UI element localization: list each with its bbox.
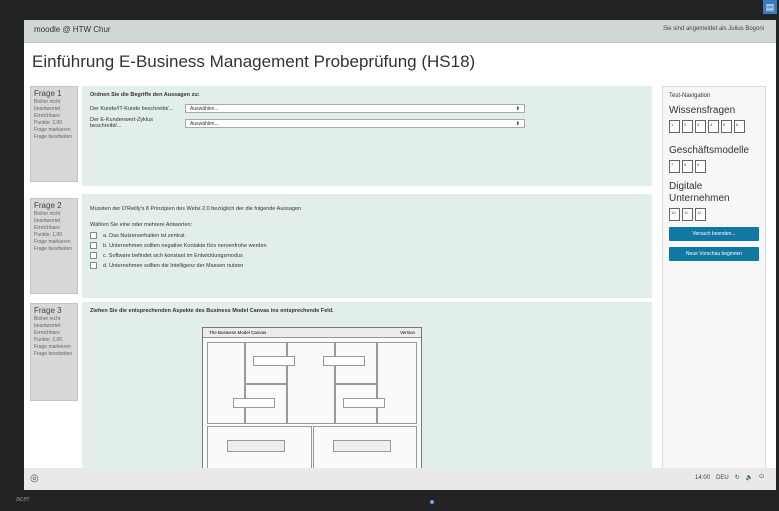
browser-screen: moodle @ HTW Chur Sie sind angemeldet al… xyxy=(24,20,776,490)
nav-question-button[interactable]: 3 xyxy=(695,120,706,133)
camera-icon: ▤ xyxy=(763,0,777,14)
question-points: Erreichbare Punkte: 2,00 xyxy=(34,113,63,126)
match-label: Der E-Kundenwert-Zyklus beschreibt/... xyxy=(90,117,153,129)
nav-question-button[interactable]: 4 xyxy=(708,120,719,133)
top-navbar: moodle @ HTW Chur Sie sind angemeldet al… xyxy=(24,20,776,43)
match-label: Der Kunde/IT-Kunde beschreibt/... xyxy=(90,105,174,112)
canvas-cell[interactable] xyxy=(377,342,417,424)
nav-question-button[interactable]: 7 xyxy=(669,160,680,173)
site-brand-link[interactable]: moodle @ HTW Chur xyxy=(34,25,111,34)
drop-zone[interactable] xyxy=(323,356,365,366)
match-row: Der Kunde/IT-Kunde beschreibt/... Auswäh… xyxy=(90,104,644,113)
checkbox[interactable] xyxy=(90,242,97,249)
drop-zone[interactable] xyxy=(333,440,391,452)
flag-question-link[interactable]: Frage markieren xyxy=(34,239,74,246)
canvas-title: The Business Model Canvas xyxy=(209,330,267,335)
question-points: Erreichbare Punkte: 1,00 xyxy=(34,225,63,238)
user-login-info[interactable]: Sie sind angemeldet als Julius Bogoni xyxy=(663,26,764,32)
nav-question-button[interactable]: 10 xyxy=(669,208,680,221)
drop-zone[interactable] xyxy=(253,356,295,366)
answer-option[interactable]: c. Software befindet sich konstant im En… xyxy=(90,252,644,259)
question-info-1: Frage 1 Bisher nicht beantwortet Erreich… xyxy=(30,86,78,182)
drop-zone[interactable] xyxy=(227,440,285,452)
question-number: Frage 1 xyxy=(34,89,62,98)
edit-question-link[interactable]: Frage bearbeiten xyxy=(34,246,74,253)
canvas-version: Version xyxy=(399,330,415,335)
nav-question-list: 7 8 9 xyxy=(669,160,759,173)
nav-question-button[interactable]: 11 xyxy=(682,208,693,221)
answer-prompt: Wählen Sie eine oder mehrere Antworten: xyxy=(90,222,193,228)
question-box-1: Ordnen Sie die Begriffe den Aussagen zu:… xyxy=(82,86,652,186)
nav-section-title: Geschäftsmodelle xyxy=(669,145,750,156)
edit-question-link[interactable]: Frage bearbeiten xyxy=(34,351,74,358)
quiz-navigation: Test-Navigation Wissensfragen 1 2 3 4 5 … xyxy=(662,86,766,490)
nav-question-list: 10 11 12 xyxy=(669,208,759,221)
taskbar: ◎ 14:00 DEU ↻ 🔈 ⏻ xyxy=(24,468,776,490)
power-icon[interactable]: ⏻ xyxy=(759,474,764,481)
match-select[interactable]: Auswählen... ⬍ xyxy=(185,104,525,113)
answer-option[interactable]: b. Unternehmen sollten negative Kontakte… xyxy=(90,242,644,249)
question-number: Frage 2 xyxy=(34,201,62,210)
answer-option[interactable]: d. Unternehmen sollten die Intelligenz d… xyxy=(90,262,644,269)
answer-option[interactable]: a. Das Nutzerverhalten ist zentral. xyxy=(90,232,644,239)
question-points: Erreichbare Punkte: 2,00 xyxy=(34,330,63,343)
question-status: Bisher nicht beantwortet xyxy=(34,99,61,112)
volume-icon[interactable]: 🔈 xyxy=(746,474,753,481)
canvas-cell[interactable] xyxy=(287,342,335,424)
new-preview-button[interactable]: Neue Vorschau beginnen xyxy=(669,247,759,261)
nav-question-button[interactable]: 2 xyxy=(682,120,693,133)
refresh-icon[interactable]: ↻ xyxy=(735,474,740,481)
checkbox[interactable] xyxy=(90,252,97,259)
clock[interactable]: 14:00 xyxy=(695,475,710,481)
monitor-logo: acer xyxy=(16,496,30,503)
nav-question-button[interactable]: 5 xyxy=(721,120,732,133)
question-box-2: Mussten der O'Reilly's 8 Prinzipien des … xyxy=(82,194,652,298)
power-led-icon xyxy=(430,500,434,504)
page-title: Einführung E-Business Management Probepr… xyxy=(32,52,476,71)
checkbox[interactable] xyxy=(90,232,97,239)
quiz-navigation-title: Test-Navigation xyxy=(669,93,711,99)
canvas-cell[interactable] xyxy=(207,342,245,424)
nav-question-button[interactable]: 12 xyxy=(695,208,706,221)
question-info-2: Frage 2 Bisher nicht beantwortet Erreich… xyxy=(30,198,78,294)
canvas-title-bar: The Business Model Canvas Version xyxy=(203,328,421,338)
question-info-3: Frage 3 Bisher nicht beantwortet Erreich… xyxy=(30,303,78,401)
drop-zone[interactable] xyxy=(343,398,385,408)
flag-question-link[interactable]: Frage markieren xyxy=(34,344,74,351)
nav-question-button[interactable]: 1 xyxy=(669,120,680,133)
finish-attempt-button[interactable]: Versuch beenden... xyxy=(669,227,759,241)
edit-question-link[interactable]: Frage bearbeiten xyxy=(34,134,74,141)
nav-question-button[interactable]: 9 xyxy=(695,160,706,173)
drop-zone[interactable] xyxy=(233,398,275,408)
language-indicator[interactable]: DEU xyxy=(716,475,729,481)
nav-section-title: Wissensfragen xyxy=(669,105,736,116)
business-model-canvas[interactable]: The Business Model Canvas Version xyxy=(202,327,422,477)
nav-section-title: Digitale Unternehmen xyxy=(669,181,730,204)
nav-question-list: 1 2 3 4 5 6 xyxy=(669,120,759,133)
checkbox[interactable] xyxy=(90,262,97,269)
match-row: Der E-Kundenwert-Zyklus beschreibt/... A… xyxy=(90,117,644,129)
question-text: Ziehen Sie die entsprechenden Aspekte de… xyxy=(90,308,334,314)
flag-question-link[interactable]: Frage markieren xyxy=(34,127,74,134)
updown-icon: ⬍ xyxy=(515,120,520,127)
start-icon[interactable]: ◎ xyxy=(30,473,39,484)
question-status: Bisher nicht beantwortet xyxy=(34,316,61,329)
question-number: Frage 3 xyxy=(34,306,62,315)
match-select[interactable]: Auswählen... ⬍ xyxy=(185,118,525,128)
nav-question-button[interactable]: 6 xyxy=(734,120,745,133)
updown-icon: ⬍ xyxy=(515,106,520,112)
question-text: Mussten der O'Reilly's 8 Prinzipien des … xyxy=(90,206,302,212)
question-status: Bisher nicht beantwortet xyxy=(34,211,61,224)
nav-question-button[interactable]: 8 xyxy=(682,160,693,173)
system-tray: 14:00 DEU ↻ 🔈 ⏻ xyxy=(695,474,764,481)
question-text: Ordnen Sie die Begriffe den Aussagen zu: xyxy=(90,92,200,98)
